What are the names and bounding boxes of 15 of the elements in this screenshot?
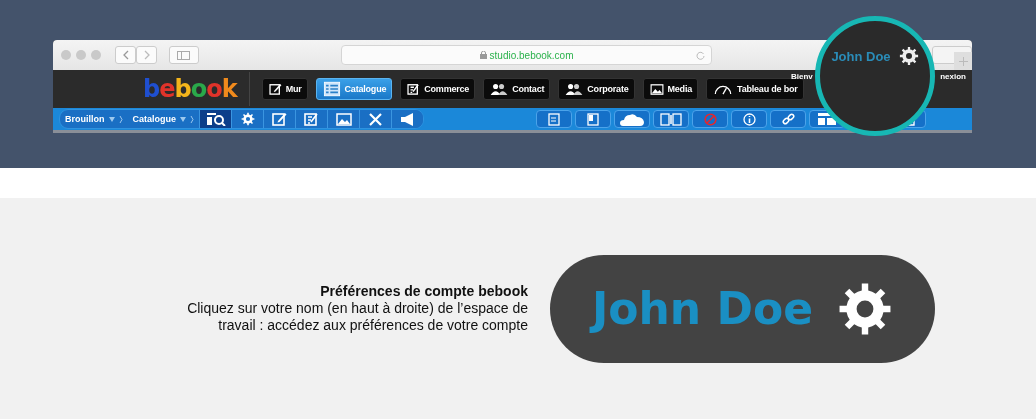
nav-tab[interactable]: Tableau de bor xyxy=(706,78,804,100)
welcome-text: Bienv xyxy=(791,72,813,81)
nav-tab[interactable]: Contact xyxy=(483,78,551,100)
callout-title: Préférences de compte bebook xyxy=(319,283,528,300)
logo[interactable]: bebook xyxy=(143,75,237,103)
user-name[interactable]: John Doe xyxy=(831,48,891,64)
nav-tab[interactable]: Catalogue xyxy=(315,78,393,100)
callout-text: Cliquez sur votre nom (en haut à droite) de l’espace de travail : accédez aux préférences de votre compte xyxy=(186,300,528,334)
nav-tab[interactable]: Corporate xyxy=(558,78,635,100)
breadcrumb-dropdown[interactable]: Catalogue xyxy=(127,110,199,128)
nav-tab[interactable]: Commerce xyxy=(400,78,476,100)
logout-link[interactable]: nexion xyxy=(940,72,966,81)
nav-tab[interactable]: Media xyxy=(642,78,698,100)
breadcrumb-dropdown[interactable]: Brouillon xyxy=(60,110,128,128)
nav-tab[interactable]: Mur xyxy=(261,78,308,100)
